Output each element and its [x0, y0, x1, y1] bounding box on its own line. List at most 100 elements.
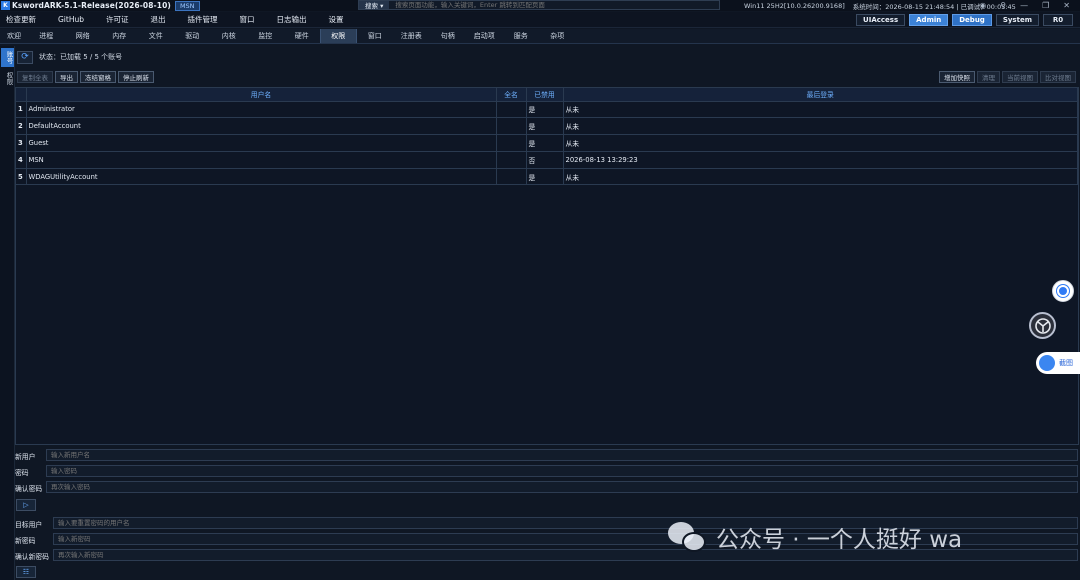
add-snapshot-button[interactable]: 增加快照: [939, 71, 975, 83]
status-text: 状态：已加载 5 / 5 个账号: [39, 53, 123, 61]
mode-r0-button[interactable]: R0: [1043, 14, 1073, 26]
tab-privilege[interactable]: 权限: [320, 29, 357, 43]
menu-exit[interactable]: 退出: [140, 14, 177, 25]
compare-view-button[interactable]: 比对视图: [1040, 71, 1076, 83]
menu-log-output[interactable]: 日志输出: [266, 14, 318, 25]
stop-refresh-button[interactable]: 停止刷新: [118, 71, 154, 83]
refresh-button[interactable]: ⟳: [17, 50, 33, 64]
screenshot-float-button[interactable]: 截图: [1036, 352, 1080, 374]
tab-handle[interactable]: 句柄: [430, 29, 467, 43]
cell-username: MSN: [26, 151, 497, 169]
side-tab-accounts[interactable]: 账号: [1, 48, 14, 67]
column-disabled[interactable]: 已禁用: [526, 88, 564, 102]
new-user-input[interactable]: [46, 449, 1078, 461]
column-index: [16, 88, 27, 102]
tab-hardware[interactable]: 硬件: [284, 29, 321, 43]
app-logo-icon: K: [1, 1, 10, 10]
mode-admin-button[interactable]: Admin: [909, 14, 949, 26]
confirm-new-password-row: 确认新密码: [15, 550, 49, 562]
main-tabs: 欢迎 进程 网络 内存 文件 驱动 内核 监控 硬件 权限 窗口 注册表 句柄 …: [0, 29, 1080, 44]
cell-last-login: 从未: [563, 117, 1078, 136]
pin-icon[interactable]: ⚲: [1000, 1, 1006, 10]
screenshot-label: 截图: [1059, 359, 1073, 367]
cell-username: Guest: [26, 134, 497, 152]
screenshot-icon: [1039, 355, 1055, 371]
search-input[interactable]: [389, 1, 719, 9]
table-row[interactable]: 1 Administrator 是 从未: [16, 101, 1078, 119]
tab-registry[interactable]: 注册表: [393, 29, 430, 43]
tab-driver[interactable]: 驱动: [174, 29, 211, 43]
tab-monitor[interactable]: 监控: [247, 29, 284, 43]
global-search: 搜索 ▾: [358, 0, 720, 10]
copy-table-button[interactable]: 复制全表: [17, 71, 53, 83]
watermark: 公众号 · 一个人挺好 wa: [668, 520, 962, 554]
table-row[interactable]: 3 Guest 是 从未: [16, 134, 1078, 152]
new-user-label: 新用户: [15, 453, 36, 461]
status-row: ⟳ 状态：已加载 5 / 5 个账号: [17, 50, 122, 64]
current-view-button[interactable]: 当前视图: [1002, 71, 1038, 83]
column-fullname[interactable]: 全名: [496, 88, 527, 102]
watermark-text: 公众号 · 一个人挺好 wa: [716, 527, 963, 553]
menu-window[interactable]: 窗口: [229, 14, 266, 25]
password-row: 密码: [15, 466, 29, 478]
tab-file[interactable]: 文件: [138, 29, 175, 43]
export-button[interactable]: 导出: [55, 71, 78, 83]
mode-debug-button[interactable]: Debug: [952, 14, 992, 26]
new-user-row: 新用户: [15, 450, 35, 462]
mode-uiaccess-button[interactable]: UIAccess: [856, 14, 906, 26]
menu-license[interactable]: 许可证: [95, 14, 140, 25]
column-username[interactable]: 用户名: [26, 88, 497, 102]
ai-logo-icon: [1034, 317, 1051, 334]
assistant-icon: [1057, 285, 1069, 297]
close-icon[interactable]: ✕: [1063, 1, 1070, 10]
column-last-login[interactable]: 最后登录: [563, 88, 1078, 102]
target-user-label: 目标用户: [15, 521, 43, 529]
minimize-icon[interactable]: —: [1020, 1, 1028, 10]
assistant-float-button[interactable]: [1052, 280, 1074, 302]
menu-check-update[interactable]: 检查更新: [0, 14, 47, 25]
side-tab-privileges[interactable]: 权限: [1, 69, 14, 88]
password-input[interactable]: [46, 465, 1078, 477]
restore-icon[interactable]: ❐: [1042, 1, 1049, 10]
tab-startup[interactable]: 启动项: [466, 29, 503, 43]
table-row[interactable]: 5 WDAGUtilityAccount 是 从未: [16, 168, 1078, 186]
tab-network[interactable]: 网络: [65, 29, 102, 43]
clear-button[interactable]: 清理: [977, 71, 1000, 83]
target-user-row: 目标用户: [15, 518, 42, 530]
row-index: 5: [16, 168, 27, 186]
ai-float-button[interactable]: [1029, 312, 1056, 339]
tab-welcome[interactable]: 欢迎: [0, 29, 28, 43]
side-tabs: 账号 权限: [0, 46, 15, 580]
eye-icon[interactable]: ◉: [979, 1, 986, 10]
menu-plugins[interactable]: 插件管理: [177, 14, 229, 25]
menu-settings[interactable]: 设置: [318, 14, 355, 25]
menu-github[interactable]: GitHub: [47, 15, 95, 24]
row-index: 2: [16, 117, 27, 136]
app-title: KswordARK-5.1-Release(2026-08-10): [12, 1, 171, 10]
tab-process[interactable]: 进程: [28, 29, 65, 43]
cell-disabled: 是: [526, 168, 564, 186]
cell-username: DefaultAccount: [26, 117, 497, 136]
tab-services[interactable]: 服务: [503, 29, 540, 43]
user-badge: MSN: [174, 0, 200, 11]
create-user-button[interactable]: ▷: [16, 499, 36, 511]
new-password-label: 新密码: [15, 537, 36, 545]
search-scope-dropdown[interactable]: 搜索 ▾: [359, 1, 390, 10]
row-index: 1: [16, 101, 27, 119]
row-index: 4: [16, 151, 27, 169]
mode-system-button[interactable]: System: [995, 14, 1039, 26]
table-row[interactable]: 2 DefaultAccount 是 从未: [16, 117, 1078, 136]
table-row[interactable]: 4 MSN 否 2026-08-13 13:29:23: [16, 151, 1078, 169]
cell-disabled: 是: [526, 101, 564, 119]
cell-fullname: [496, 134, 527, 152]
cell-disabled: 否: [526, 151, 564, 169]
tab-misc[interactable]: 杂项: [539, 29, 576, 43]
tab-memory[interactable]: 内存: [101, 29, 138, 43]
tab-kernel[interactable]: 内核: [211, 29, 248, 43]
confirm-password-input[interactable]: [46, 481, 1078, 493]
password-label: 密码: [15, 469, 29, 477]
window-controls: ◉ ⚲ — ❐ ✕: [979, 0, 1080, 11]
reset-password-button[interactable]: ☷: [16, 566, 36, 578]
freeze-panes-button[interactable]: 冻结窗格: [80, 71, 116, 83]
tab-window[interactable]: 窗口: [357, 29, 394, 43]
